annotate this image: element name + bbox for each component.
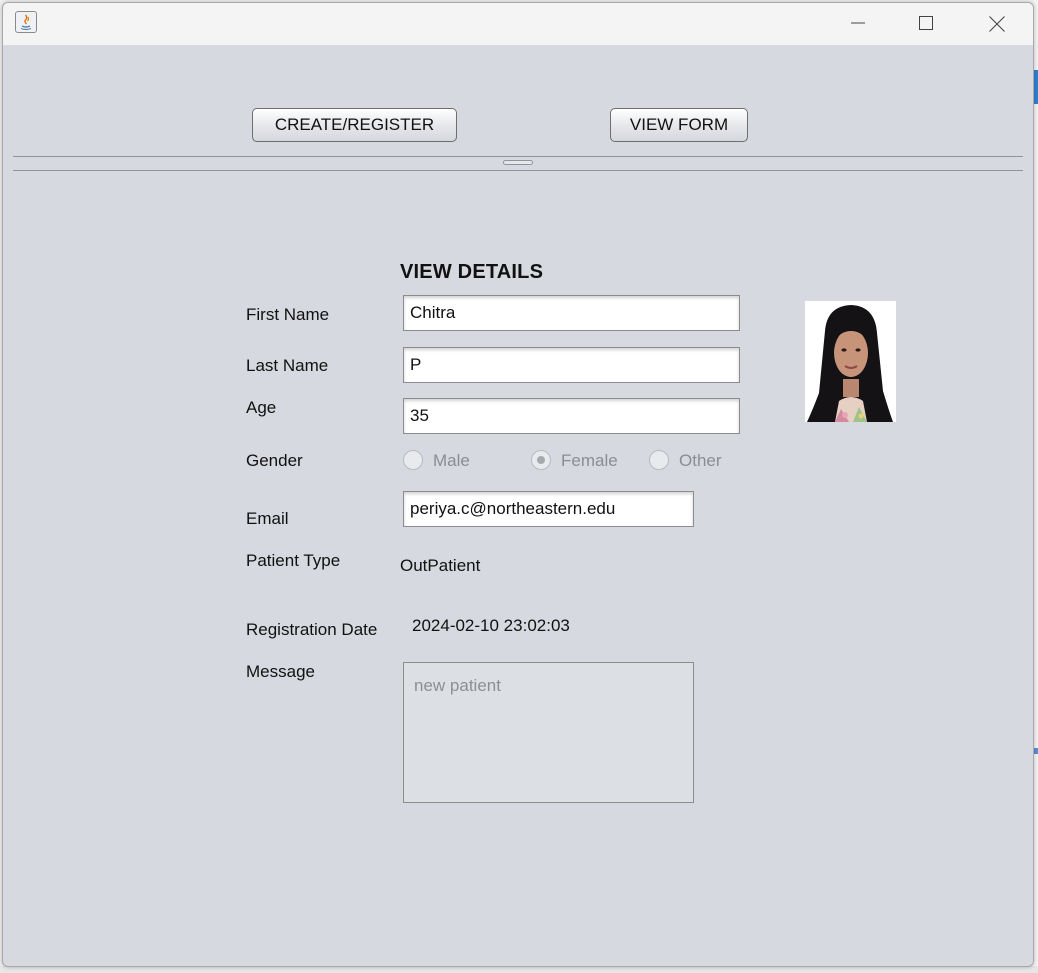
page-title: VIEW DETAILS: [400, 261, 544, 283]
first-name-label: First Name: [246, 305, 330, 324]
minimize-button[interactable]: [835, 3, 881, 45]
female-radio[interactable]: [531, 450, 551, 470]
registration-date-value: 2024-02-10 23:02:03: [412, 616, 570, 635]
gender-label: Gender: [246, 451, 303, 470]
background-taskbar-edge: [0, 966, 1038, 973]
app-window: CREATE/REGISTER VIEW FORM VIEW DETAILS F…: [2, 2, 1034, 967]
last-name-label: Last Name: [246, 356, 329, 375]
registration-date-label: Registration Date: [246, 620, 378, 639]
split-pane-divider: [13, 156, 1023, 157]
patient-photo: [805, 301, 896, 422]
other-radio[interactable]: [649, 450, 669, 470]
title-bar[interactable]: [3, 3, 1033, 45]
create-register-button[interactable]: CREATE/REGISTER: [252, 108, 457, 142]
minimize-icon: [851, 22, 865, 24]
message-textarea[interactable]: new patient: [403, 662, 694, 803]
age-field[interactable]: 35: [403, 398, 740, 434]
maximize-button[interactable]: [903, 3, 949, 45]
close-icon: [989, 16, 1005, 32]
email-label: Email: [246, 509, 289, 528]
age-label: Age: [246, 398, 277, 417]
java-app-icon[interactable]: [15, 11, 37, 33]
split-pane-handle[interactable]: [503, 160, 533, 165]
split-pane-divider: [13, 170, 1023, 171]
gender-option-male[interactable]: Male: [403, 449, 513, 473]
gender-option-other[interactable]: Other: [649, 449, 749, 473]
patient-type-label: Patient Type: [246, 551, 341, 570]
male-radio-label: Male: [433, 451, 470, 470]
close-button[interactable]: [973, 3, 1019, 45]
maximize-icon: [919, 16, 933, 30]
other-radio-label: Other: [679, 451, 722, 470]
female-radio-label: Female: [561, 451, 618, 470]
last-name-field[interactable]: P: [403, 347, 740, 383]
male-radio[interactable]: [403, 450, 423, 470]
patient-type-value: OutPatient: [400, 556, 481, 575]
first-name-field[interactable]: Chitra: [403, 295, 740, 331]
gender-option-female[interactable]: Female: [531, 449, 641, 473]
view-form-button[interactable]: VIEW FORM: [610, 108, 748, 142]
message-label: Message: [246, 662, 315, 681]
email-field[interactable]: periya.c@northeastern.edu: [403, 491, 694, 527]
